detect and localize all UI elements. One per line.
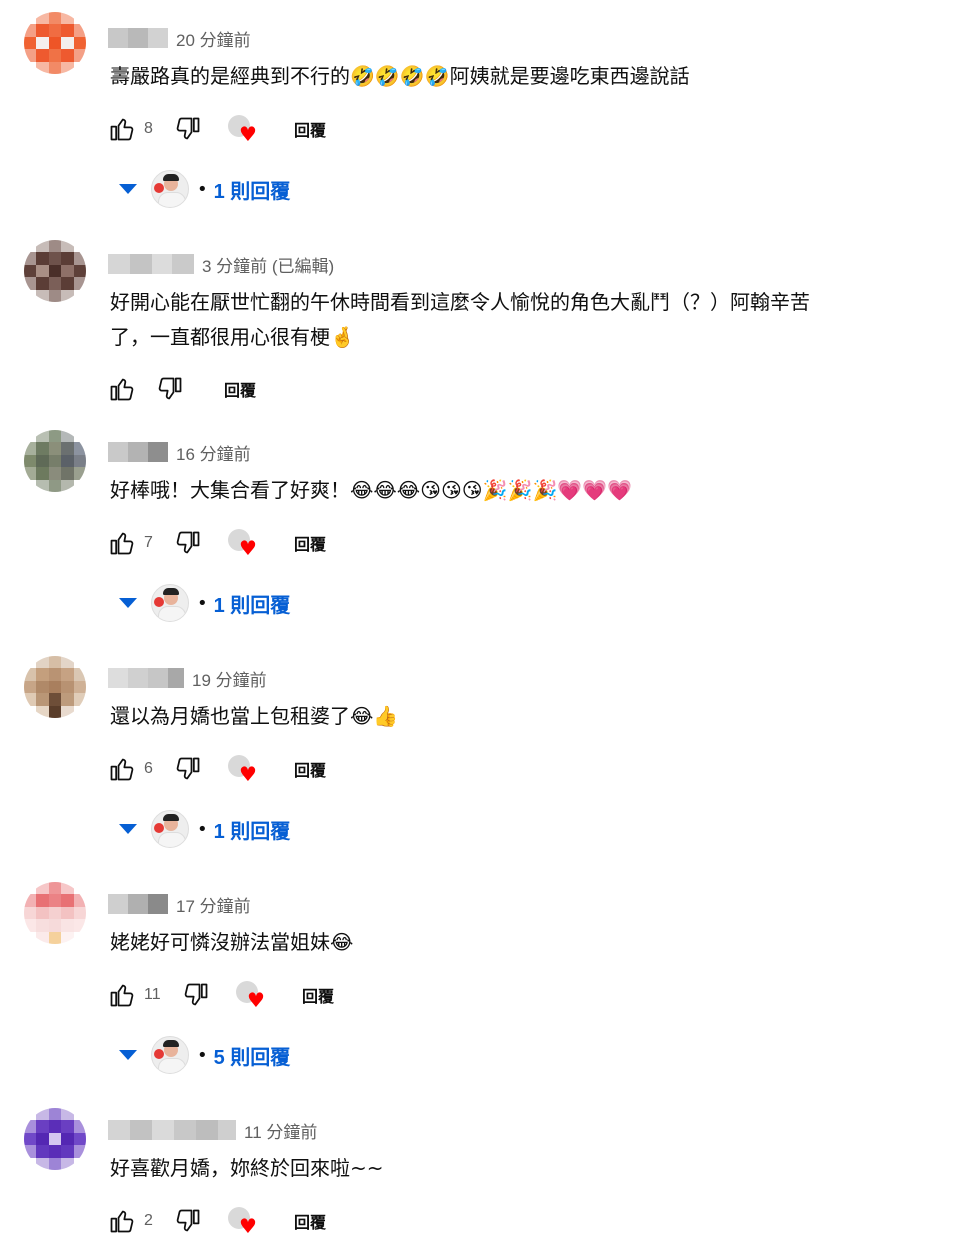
author-name[interactable] — [108, 668, 184, 688]
like-count: 11 — [144, 986, 161, 1003]
separator-dot: • — [197, 1044, 208, 1066]
comment-timestamp[interactable]: 17 分鐘前 — [176, 892, 251, 917]
creator-avatar — [151, 810, 189, 848]
comment-timestamp[interactable]: 16 分鐘前 — [176, 440, 251, 465]
comment-header: 19 分鐘前 — [108, 666, 267, 691]
view-replies-button[interactable]: • 5 則回覆 — [114, 1035, 290, 1075]
thumb-up-icon[interactable] — [106, 373, 138, 405]
avatar[interactable] — [24, 882, 86, 944]
like-count: 8 — [144, 120, 153, 137]
thumb-up-icon[interactable] — [106, 1205, 138, 1237]
thumb-up-icon[interactable] — [106, 113, 138, 145]
thumb-up-icon[interactable] — [106, 979, 138, 1011]
separator-dot: • — [197, 818, 208, 840]
like-count: 7 — [144, 534, 153, 551]
author-name[interactable] — [108, 442, 168, 462]
creator-heart-icon: ♥ — [239, 762, 257, 786]
creator-heart-badge: ♥ — [226, 753, 260, 785]
separator-dot: • — [197, 592, 208, 614]
reply-button[interactable]: 回覆 — [302, 983, 334, 1007]
comment-text: 還以為月嬌也當上包租婆了😂👍 — [110, 704, 399, 728]
creator-heart-icon: ♥ — [239, 536, 257, 560]
separator-dot: • — [197, 178, 208, 200]
avatar[interactable] — [24, 240, 86, 302]
creator-avatar — [151, 1036, 189, 1074]
reply-button[interactable]: 回覆 — [294, 117, 326, 141]
caret-down-icon — [119, 824, 137, 834]
thumb-down-icon[interactable] — [172, 753, 204, 785]
avatar[interactable] — [24, 1108, 86, 1170]
comment-header: 17 分鐘前 — [108, 892, 251, 917]
avatar[interactable] — [24, 656, 86, 718]
thumb-down-icon[interactable] — [172, 527, 204, 559]
comment-actions: 回覆 — [106, 373, 256, 405]
comment-actions: 11 ♥ 回覆 — [106, 979, 334, 1011]
comment-header: 11 分鐘前 — [108, 1118, 317, 1143]
view-replies-button[interactable]: • 1 則回覆 — [114, 169, 290, 209]
comment-text: 好喜歡月嬌，妳終於回來啦~~ — [110, 1156, 384, 1180]
comment-actions: 2 ♥ 回覆 — [106, 1205, 326, 1237]
comment-text: 好棒哦！大集合看了好爽！😂😂😂😘😘😘🎉🎉🎉💗💗💗 — [110, 478, 633, 502]
author-name[interactable] — [108, 894, 168, 914]
creator-heart-icon: ♥ — [247, 988, 265, 1012]
comment-header: 20 分鐘前 — [108, 26, 251, 51]
creator-heart-badge: ♥ — [226, 527, 260, 559]
creator-heart-icon: ♥ — [239, 1214, 257, 1238]
comment-timestamp[interactable]: 20 分鐘前 — [176, 26, 251, 51]
comment-timestamp[interactable]: 19 分鐘前 — [192, 666, 267, 691]
comment-timestamp[interactable]: 11 分鐘前 — [244, 1118, 317, 1143]
comment-header: 16 分鐘前 — [108, 440, 251, 465]
thumb-down-icon[interactable] — [180, 979, 212, 1011]
reply-button[interactable]: 回覆 — [294, 1209, 326, 1233]
reply-count: 5 則回覆 — [213, 1046, 291, 1069]
creator-heart-icon: ♥ — [239, 122, 257, 146]
reply-count: 1 則回覆 — [213, 594, 291, 617]
comment-actions: 6 ♥ 回覆 — [106, 753, 326, 785]
comment-header: 3 分鐘前 (已編輯) — [108, 252, 334, 277]
like-count: 2 — [144, 1212, 153, 1229]
author-name[interactable] — [108, 254, 194, 274]
caret-down-icon — [119, 598, 137, 608]
reply-button[interactable]: 回覆 — [224, 377, 256, 401]
reply-count: 1 則回覆 — [213, 820, 291, 843]
comment-text: 壽嚴路真的是經典到不行的🤣🤣🤣🤣阿姨就是要邊吃東西邊說話 — [110, 64, 690, 88]
comment-actions: 7 ♥ 回覆 — [106, 527, 326, 559]
creator-avatar — [151, 170, 189, 208]
caret-down-icon — [119, 184, 137, 194]
comment-timestamp[interactable]: 3 分鐘前 (已編輯) — [202, 252, 334, 277]
view-replies-button[interactable]: • 1 則回覆 — [114, 809, 290, 849]
reply-button[interactable]: 回覆 — [294, 757, 326, 781]
thumb-down-icon[interactable] — [172, 113, 204, 145]
avatar[interactable] — [24, 12, 86, 74]
thumb-down-icon[interactable] — [172, 1205, 204, 1237]
like-count: 6 — [144, 760, 153, 777]
creator-heart-badge: ♥ — [234, 979, 268, 1011]
creator-avatar — [151, 584, 189, 622]
comment-text: 好開心能在厭世忙翻的午休時間看到這麼令人愉悅的角色大亂鬥（？）阿翰辛苦 了，一直… — [110, 290, 810, 349]
view-replies-button[interactable]: • 1 則回覆 — [114, 583, 290, 623]
creator-heart-badge: ♥ — [226, 1205, 260, 1237]
thumb-down-icon[interactable] — [154, 373, 186, 405]
thumb-up-icon[interactable] — [106, 753, 138, 785]
creator-heart-badge: ♥ — [226, 113, 260, 145]
caret-down-icon — [119, 1050, 137, 1060]
avatar[interactable] — [24, 430, 86, 492]
author-name[interactable] — [108, 28, 168, 48]
comment-text: 姥姥好可憐沒辦法當姐妹😂 — [110, 930, 354, 954]
comment-actions: 8 ♥ 回覆 — [106, 113, 326, 145]
thumb-up-icon[interactable] — [106, 527, 138, 559]
reply-button[interactable]: 回覆 — [294, 531, 326, 555]
author-name[interactable] — [108, 1120, 236, 1140]
reply-count: 1 則回覆 — [213, 180, 291, 203]
